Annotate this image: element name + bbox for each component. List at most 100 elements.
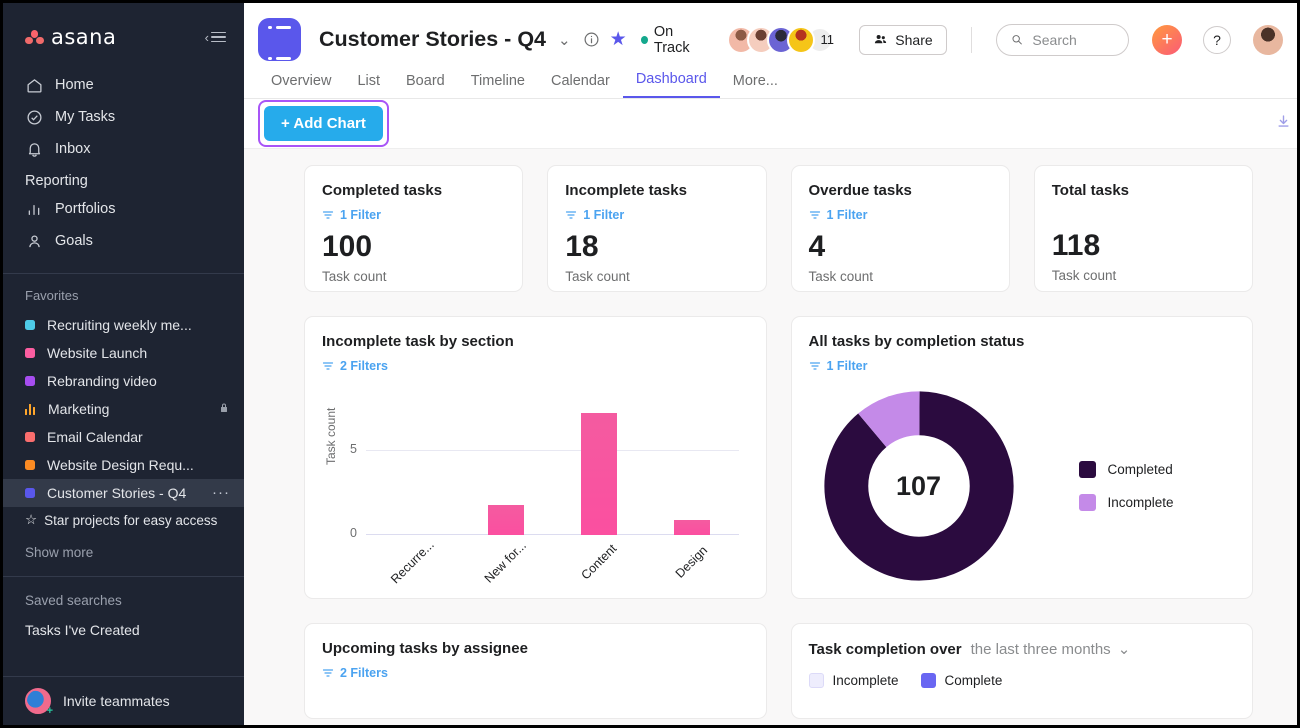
help-button[interactable]: ? bbox=[1203, 25, 1232, 54]
legend-label: Incomplete bbox=[1107, 495, 1174, 510]
donut-ring[interactable]: 107 bbox=[823, 390, 1015, 582]
saved-search-tasks-ive-created[interactable]: Tasks I've Created bbox=[3, 618, 244, 642]
sidebar-item-home[interactable]: Home bbox=[3, 69, 244, 101]
tab-board[interactable]: Board bbox=[393, 73, 458, 98]
legend-item-incomplete[interactable]: Incomplete bbox=[1078, 494, 1174, 511]
current-user-avatar[interactable] bbox=[1253, 24, 1284, 55]
tab-timeline[interactable]: Timeline bbox=[458, 73, 538, 98]
bottom-charts-row: Upcoming tasks by assignee 2 Filters Tas… bbox=[304, 623, 1253, 719]
search-input[interactable] bbox=[1032, 31, 1115, 48]
project-tabs: Overview List Board Timeline Calendar Da… bbox=[244, 65, 1297, 99]
quick-add-button[interactable]: + bbox=[1152, 24, 1183, 55]
favorites-list: Recruiting weekly me... Website Launch R… bbox=[3, 311, 244, 507]
donut-center-value: 107 bbox=[895, 470, 942, 501]
charts-row: Incomplete task by section 2 Filters Tas… bbox=[304, 316, 1253, 599]
asana-logo-text: asana bbox=[51, 25, 117, 49]
filter-icon bbox=[322, 362, 334, 370]
member-avatars[interactable]: 11 bbox=[727, 25, 834, 54]
y-tick-5: 5 bbox=[350, 442, 357, 456]
chart-card-all-tasks-by-completion-status[interactable]: All tasks by completion status 1 Filter … bbox=[790, 316, 1253, 599]
chart-title: All tasks by completion status bbox=[808, 333, 1025, 350]
status-label: On Track bbox=[653, 23, 690, 56]
main-area: Customer Stories - Q4 ⌄ ★ On Track 11 Sh… bbox=[244, 3, 1297, 725]
x-axis-labels: Recurre... New for... Content Design bbox=[366, 538, 739, 587]
bar-chart-icon bbox=[25, 200, 43, 218]
time-range-dropdown[interactable]: the last three months ⌄ bbox=[970, 640, 1131, 659]
chart-card-task-completion-over-time[interactable]: Task completion over the last three mont… bbox=[790, 623, 1253, 719]
bar-chart-icon bbox=[25, 403, 36, 415]
metric-card-overdue-tasks[interactable]: Overdue tasks 1 Filter 4 Task count bbox=[790, 165, 1010, 292]
metric-card-total-tasks[interactable]: Total tasks 118 Task count bbox=[1033, 165, 1253, 292]
tab-overview[interactable]: Overview bbox=[258, 73, 344, 98]
favorite-item-website-design-request[interactable]: Website Design Requ... bbox=[3, 451, 244, 479]
sidebar-header: asana ‹ bbox=[3, 3, 244, 59]
legend-label: Complete bbox=[944, 673, 1003, 688]
metric-subtitle: Task count bbox=[808, 269, 874, 284]
legend-item-complete[interactable]: Complete bbox=[920, 673, 1003, 688]
project-color-dot bbox=[25, 460, 35, 470]
share-button[interactable]: Share bbox=[859, 24, 947, 55]
search-box[interactable] bbox=[995, 23, 1130, 56]
metric-card-completed-tasks[interactable]: Completed tasks 1 Filter 100 Task count bbox=[304, 165, 524, 292]
filter-icon bbox=[322, 669, 334, 677]
filter-link[interactable]: 1 Filter bbox=[322, 208, 505, 222]
more-options-icon[interactable]: ··· bbox=[212, 485, 230, 500]
home-icon bbox=[25, 76, 43, 94]
favorite-item-website-launch[interactable]: Website Launch bbox=[3, 339, 244, 367]
chart-card-incomplete-task-by-section[interactable]: Incomplete task by section 2 Filters Tas… bbox=[304, 316, 767, 599]
status-badge[interactable]: On Track bbox=[640, 23, 708, 56]
bar-column[interactable] bbox=[459, 397, 552, 535]
favorite-label: Website Launch bbox=[47, 345, 148, 361]
filter-link[interactable]: 1 Filter bbox=[809, 208, 992, 222]
bar-column[interactable] bbox=[645, 397, 738, 535]
show-more-button[interactable]: Show more bbox=[3, 533, 244, 560]
collapse-sidebar-button[interactable]: ‹ bbox=[205, 31, 226, 44]
page-title: Customer Stories - Q4 bbox=[319, 27, 546, 51]
sidebar-item-inbox[interactable]: Inbox bbox=[3, 133, 244, 165]
star-projects-hint[interactable]: ☆ Star projects for easy access bbox=[3, 507, 244, 533]
info-icon[interactable] bbox=[583, 31, 600, 48]
legend-item-incomplete[interactable]: Incomplete bbox=[808, 673, 899, 688]
sidebar-item-portfolios[interactable]: Portfolios bbox=[3, 193, 244, 225]
tab-more[interactable]: More... bbox=[720, 73, 791, 98]
favorite-item-marketing[interactable]: Marketing bbox=[3, 395, 244, 423]
favorite-item-email-calendar[interactable]: Email Calendar bbox=[3, 423, 244, 451]
favorite-item-rebranding-video[interactable]: Rebranding video bbox=[3, 367, 244, 395]
chevron-left-icon: ‹ bbox=[204, 29, 209, 45]
legend-swatch bbox=[808, 673, 824, 688]
favorite-item-recruiting[interactable]: Recruiting weekly me... bbox=[3, 311, 244, 339]
chart-title: Incomplete task by section bbox=[322, 333, 514, 350]
filter-icon bbox=[322, 211, 334, 219]
favorite-item-customer-stories-q4[interactable]: Customer Stories - Q4 ··· bbox=[3, 479, 244, 507]
filter-link[interactable]: 1 Filter bbox=[565, 208, 748, 222]
bar-column[interactable] bbox=[366, 397, 459, 535]
time-range-label: the last three months bbox=[970, 640, 1111, 658]
chevron-down-icon[interactable]: ⌄ bbox=[558, 31, 571, 49]
tab-dashboard[interactable]: Dashboard bbox=[622, 71, 720, 98]
metric-card-incomplete-tasks[interactable]: Incomplete tasks 1 Filter 18 Task count bbox=[547, 165, 767, 292]
invite-teammates-button[interactable]: Invite teammates bbox=[3, 676, 244, 725]
tab-list[interactable]: List bbox=[344, 73, 393, 98]
sidebar-item-goals[interactable]: Goals bbox=[3, 225, 244, 257]
star-filled-icon[interactable]: ★ bbox=[610, 28, 627, 51]
metric-subtitle: Task count bbox=[1051, 268, 1117, 283]
download-icon[interactable] bbox=[1276, 113, 1291, 134]
sidebar-item-my-tasks[interactable]: My Tasks bbox=[3, 101, 244, 133]
asana-logo-dots-icon bbox=[25, 30, 44, 44]
bell-icon bbox=[25, 140, 43, 158]
asana-app-window: asana ‹ Home My Tasks Inbox Reporting Po… bbox=[0, 0, 1300, 728]
metric-subtitle: Task count bbox=[322, 269, 387, 284]
filter-link[interactable]: 2 Filters bbox=[322, 666, 749, 680]
legend-item-completed[interactable]: Completed bbox=[1078, 461, 1174, 478]
filter-link[interactable]: 2 Filters bbox=[322, 359, 749, 373]
bar-column[interactable] bbox=[552, 397, 645, 535]
metric-title: Total tasks bbox=[1051, 182, 1129, 199]
tab-calendar[interactable]: Calendar bbox=[538, 73, 623, 98]
asana-logo[interactable]: asana bbox=[25, 25, 116, 49]
add-chart-button[interactable]: + Add Chart bbox=[264, 106, 383, 141]
chart-card-upcoming-tasks-by-assignee[interactable]: Upcoming tasks by assignee 2 Filters bbox=[304, 623, 767, 719]
bar-content bbox=[580, 413, 617, 535]
metric-subtitle: Task count bbox=[565, 269, 630, 284]
filter-link[interactable]: 1 Filter bbox=[809, 359, 1236, 373]
project-color-dot bbox=[25, 432, 35, 442]
